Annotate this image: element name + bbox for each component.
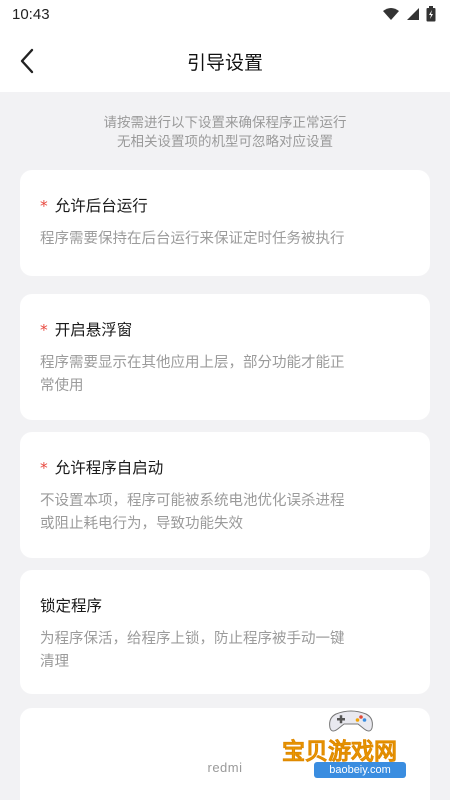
watermark-url: baobeiy.com (314, 762, 406, 778)
required-mark: * (40, 197, 48, 215)
intro-line: 无相关设置项的机型可忽略对应设置 (117, 134, 333, 150)
setting-card-floating-window[interactable]: * 开启悬浮窗 程序需要显示在其他应用上层，部分功能才能正 常使用 (20, 294, 430, 420)
settings-list: 请按需进行以下设置来确保程序正常运行 无相关设置项的机型可忽略对应设置 * 允许后… (0, 92, 450, 800)
setting-title: * 允许后台运行 (40, 197, 148, 215)
title-bar: 引导设置 (0, 30, 450, 92)
gamepad-icon (329, 710, 373, 732)
watermark-text: 宝贝游戏网 (282, 739, 398, 766)
status-time: 10:43 (12, 6, 50, 23)
intro-text: 请按需进行以下设置来确保程序正常运行 无相关设置项的机型可忽略对应设置 (0, 114, 450, 152)
required-mark: * (40, 321, 48, 339)
setting-title: * 允许程序自启动 (40, 459, 164, 477)
wifi-icon (383, 8, 399, 20)
status-icons (382, 6, 436, 22)
setting-title: * 开启悬浮窗 (40, 321, 133, 339)
signal-icon (407, 8, 419, 20)
required-mark: * (40, 459, 48, 477)
battery-icon (426, 6, 436, 22)
setting-card-background-run[interactable]: * 允许后台运行 程序需要保持在后台运行来保证定时任务被执行 (20, 170, 430, 276)
setting-description: 程序需要保持在后台运行来保证定时任务被执行 (40, 231, 345, 247)
setting-card-lock-app[interactable]: 锁定程序 为程序保活，给程序上锁，防止程序被手动一键 清理 (20, 570, 430, 694)
status-bar: 10:43 (0, 0, 450, 30)
watermark-logo: 宝贝游戏网 baobeiy.com (282, 706, 450, 786)
setting-description: 程序需要显示在其他应用上层，部分功能才能正 常使用 (40, 355, 345, 394)
setting-title: 锁定程序 (40, 597, 103, 615)
setting-card-autostart[interactable]: * 允许程序自启动 不设置本项，程序可能被系统电池优化误杀进程 或阻止耗电行为，导… (20, 432, 430, 558)
setting-description: 为程序保活，给程序上锁，防止程序被手动一键 清理 (40, 631, 345, 670)
page-title: 引导设置 (186, 52, 263, 74)
intro-line: 请按需进行以下设置来确保程序正常运行 (103, 115, 347, 131)
setting-description: 不设置本项，程序可能被系统电池优化误杀进程 或阻止耗电行为，导致功能失效 (40, 493, 345, 532)
